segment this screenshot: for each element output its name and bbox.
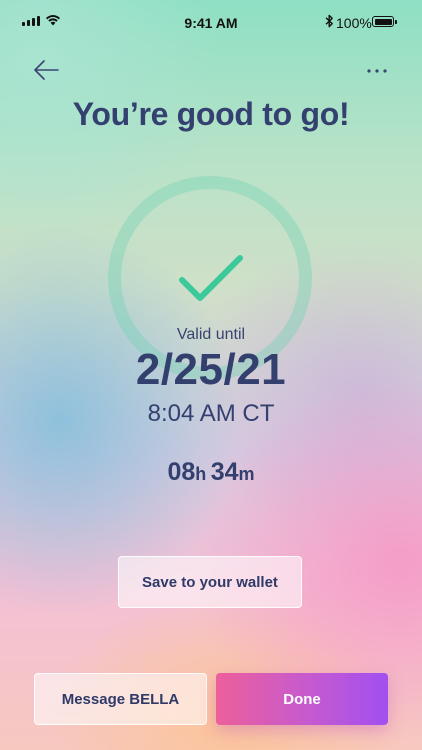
message-bella-button[interactable]: Message BELLA <box>34 673 207 725</box>
done-button[interactable]: Done <box>216 673 388 725</box>
valid-date: 2/25/21 <box>135 345 287 394</box>
status-bar: 9:41 AM 100% <box>0 0 422 44</box>
save-to-wallet-button[interactable]: Save to your wallet <box>118 556 302 608</box>
countdown-hours: 08 <box>167 458 196 486</box>
countdown-minutes: 34 <box>210 458 239 486</box>
back-button[interactable] <box>30 56 62 84</box>
checkmark-icon <box>179 255 243 301</box>
countdown-timer: 08h 34m <box>0 458 422 487</box>
more-dots-icon <box>367 69 387 73</box>
valid-time: 8:04 AM CT <box>147 400 275 427</box>
save-to-wallet-label: Save to your wallet <box>142 573 278 591</box>
arrow-left-icon <box>34 60 59 80</box>
more-options-button[interactable] <box>362 60 392 82</box>
countdown-minutes-unit: m <box>238 464 255 484</box>
battery-percent: 100% <box>336 15 372 31</box>
message-bella-label: Message BELLA <box>61 690 180 708</box>
page-title: You’re good to go! <box>72 96 350 132</box>
countdown-hours-unit: h <box>195 464 207 484</box>
battery-icon <box>372 16 397 27</box>
done-label: Done <box>283 690 321 708</box>
valid-until-label: Valid until <box>176 326 246 343</box>
bluetooth-icon <box>325 14 333 28</box>
